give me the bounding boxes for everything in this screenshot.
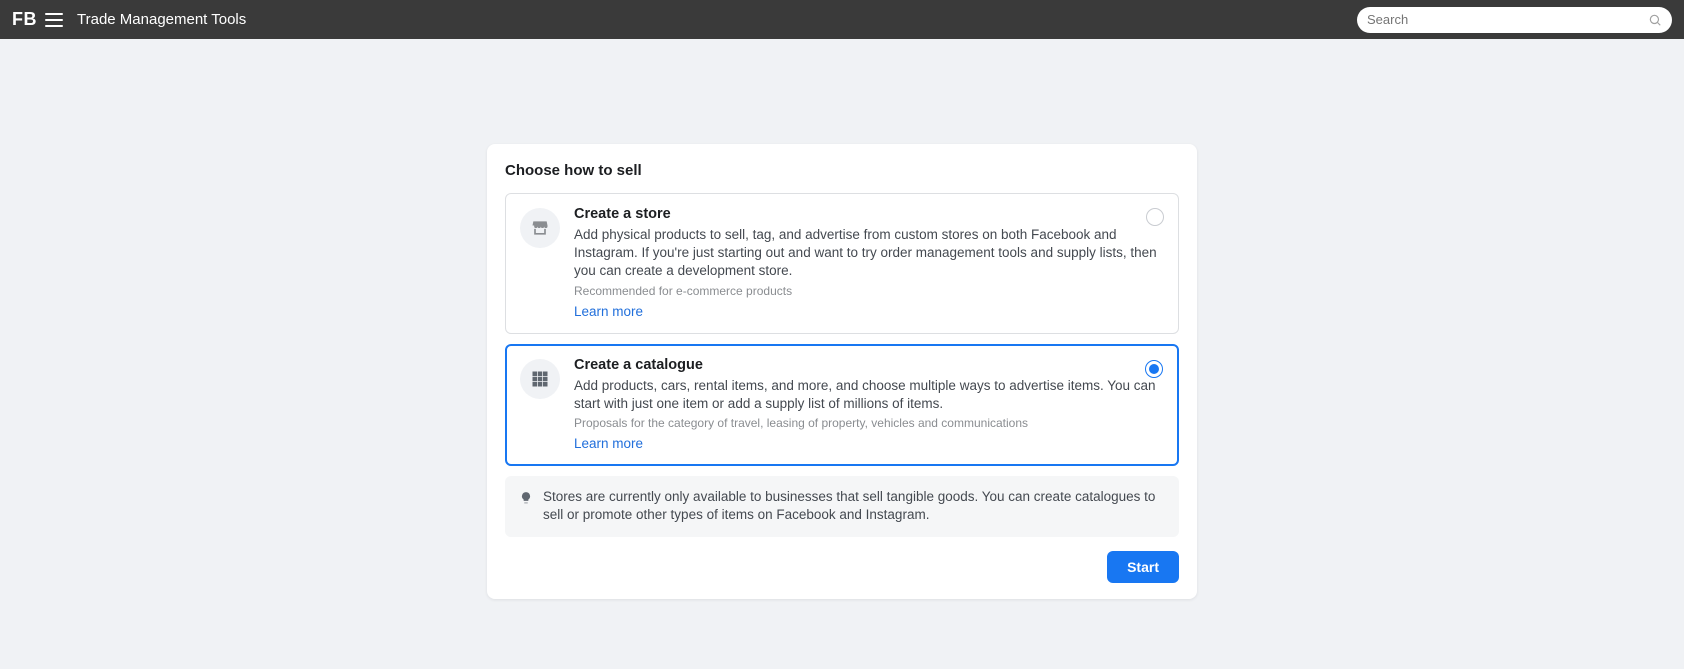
catalogue-icon [520, 359, 560, 399]
panel-title: Choose how to sell [505, 162, 1179, 179]
panel-actions: Start [505, 551, 1179, 583]
info-note-text: Stores are currently only available to b… [543, 488, 1165, 524]
option-hint: Proposals for the category of travel, le… [574, 416, 1164, 430]
option-description: Add physical products to sell, tag, and … [574, 226, 1164, 281]
option-create-store[interactable]: Create a store Add physical products to … [505, 193, 1179, 334]
search-icon [1648, 13, 1662, 27]
option-hint: Recommended for e-commerce products [574, 284, 1164, 298]
option-title: Create a store [574, 206, 1164, 222]
search-field[interactable] [1357, 7, 1672, 33]
info-note: Stores are currently only available to b… [505, 476, 1179, 536]
option-create-catalogue[interactable]: Create a catalogue Add products, cars, r… [505, 344, 1179, 466]
radio-create-catalogue[interactable] [1145, 360, 1163, 378]
learn-more-link[interactable]: Learn more [574, 436, 1164, 451]
option-description: Add products, cars, rental items, and mo… [574, 377, 1164, 413]
start-button[interactable]: Start [1107, 551, 1179, 583]
menu-icon[interactable] [45, 13, 63, 27]
lightbulb-icon [519, 489, 533, 507]
search-input[interactable] [1367, 12, 1648, 27]
top-bar: FB Trade Management Tools [0, 0, 1684, 39]
logo: FB [12, 9, 37, 30]
learn-more-link[interactable]: Learn more [574, 304, 1164, 319]
app-title: Trade Management Tools [77, 11, 246, 28]
choose-how-to-sell-panel: Choose how to sell Create a store Add ph… [487, 144, 1197, 599]
store-icon [520, 208, 560, 248]
option-title: Create a catalogue [574, 357, 1164, 373]
radio-create-store[interactable] [1146, 208, 1164, 226]
